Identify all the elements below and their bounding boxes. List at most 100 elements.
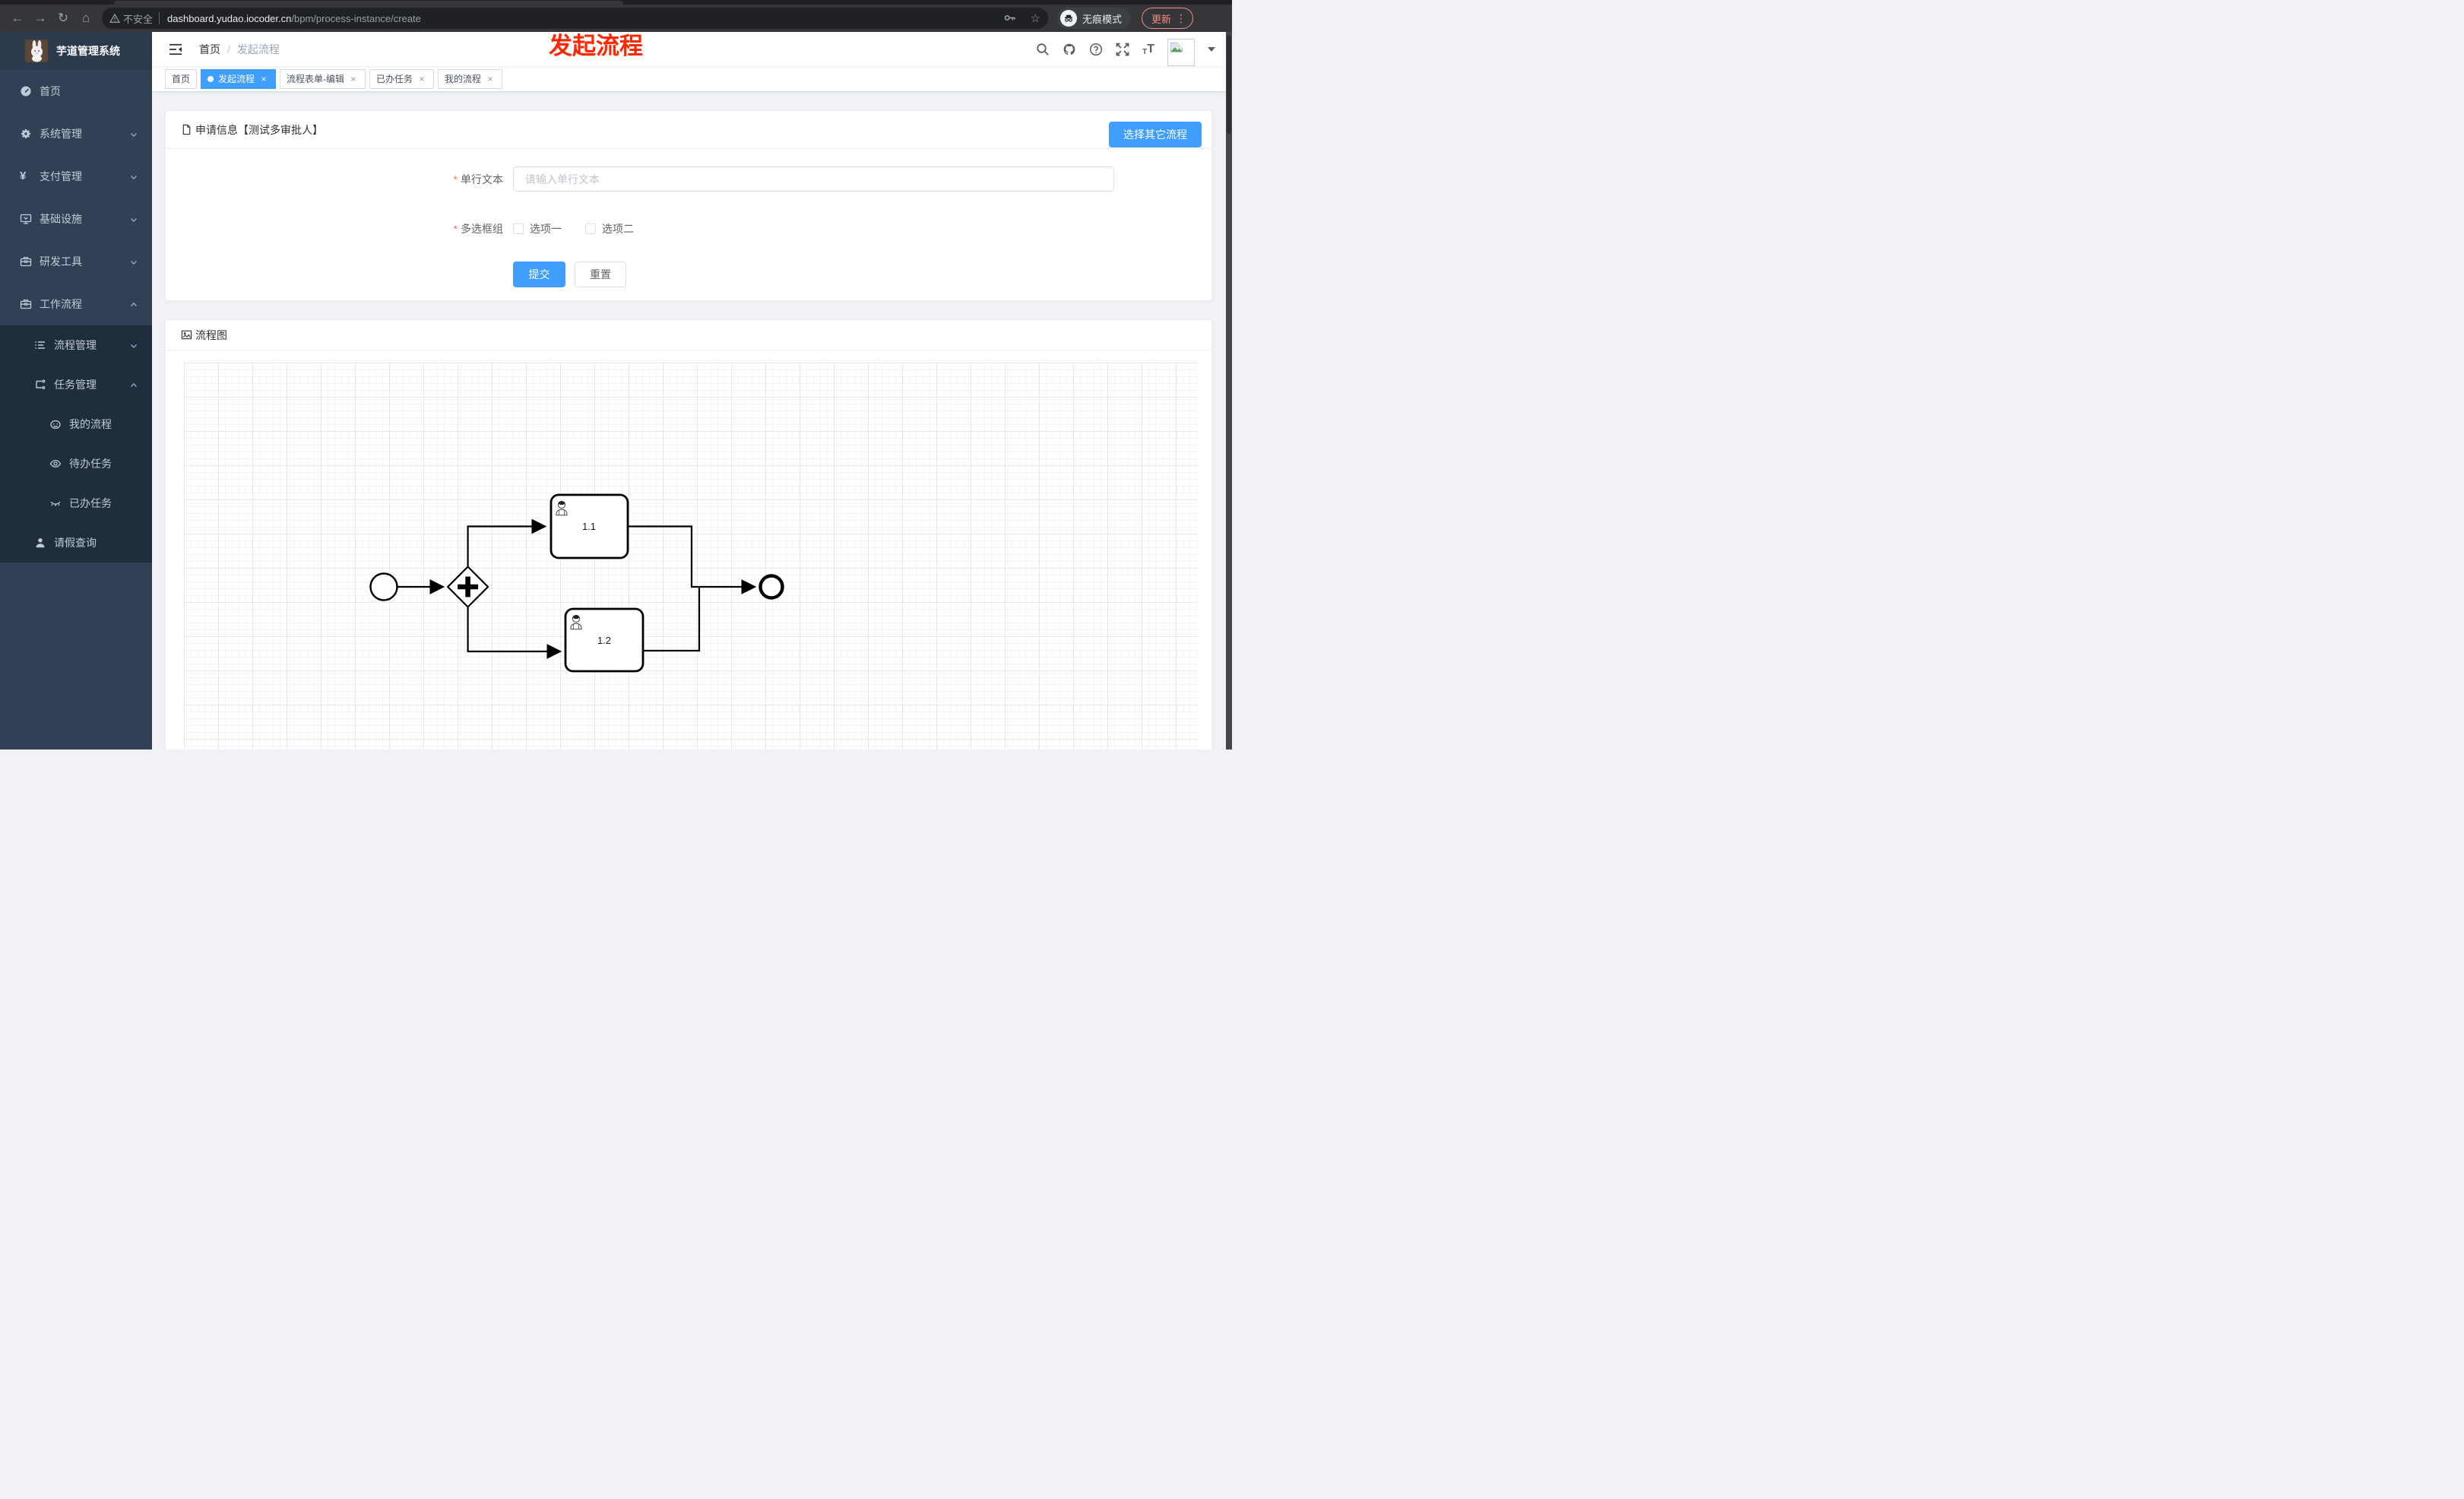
tag-my-process[interactable]: 我的流程 × (438, 68, 503, 89)
sidebar: 芋道管理系统 首页 系统管理 ¥ 支付管理 基础设施 研发工具 工作流程 流程管… (0, 32, 152, 750)
sidebar-item-task-mgmt[interactable]: 任务管理 (0, 365, 152, 404)
browser-toolbar: ← → ↻ ⌂ 不安全 dashboard.yudao.iocoder.cn/b… (0, 5, 1232, 32)
browser-update-button[interactable]: 更新 ⋮ (1142, 8, 1194, 29)
page-scrollbar[interactable] (1226, 32, 1232, 750)
tag-label: 我的流程 (445, 74, 482, 84)
breadcrumb-current: 发起流程 (236, 43, 280, 55)
tag-close-icon[interactable]: × (485, 74, 496, 84)
sidebar-item-leave-query[interactable]: 请假查询 (0, 523, 152, 563)
sidebar-item-my-process[interactable]: 我的流程 (0, 404, 152, 444)
select-other-process-button[interactable]: 选择其它流程 (1109, 122, 1202, 147)
tag-create-process[interactable]: 发起流程 × (201, 68, 277, 89)
browser-reload-button[interactable]: ↻ (52, 11, 74, 26)
chevron-down-icon (129, 257, 138, 266)
apply-info-title: 申请信息【测试多审批人】 (195, 123, 323, 136)
tag-done-tasks[interactable]: 已办任务 × (369, 68, 435, 89)
sidebar-collapse-icon[interactable] (169, 43, 182, 55)
sidebar-item-dev-tools[interactable]: 研发工具 (0, 240, 152, 283)
sidebar-item-label: 研发工具 (40, 255, 82, 268)
required-mark: * (453, 223, 458, 235)
tag-close-icon[interactable]: × (258, 74, 269, 84)
page-scrollbar-thumb[interactable] (1227, 35, 1231, 134)
sidebar-item-system[interactable]: 系统管理 (0, 113, 152, 155)
browser-chrome: ← → ↻ ⌂ 不安全 dashboard.yudao.iocoder.cn/b… (0, 0, 1232, 32)
checkbox-label: 选项二 (602, 223, 634, 235)
person-icon (34, 537, 46, 549)
required-mark: * (453, 173, 458, 185)
help-icon[interactable] (1089, 43, 1103, 56)
sidebar-item-process-mgmt[interactable]: 流程管理 (0, 325, 152, 365)
bpmn-end-event[interactable] (759, 574, 784, 600)
font-size-icon[interactable]: TT (1142, 43, 1154, 56)
avatar-caret-icon[interactable] (1208, 46, 1215, 52)
chevron-down-icon (129, 214, 138, 223)
search-icon[interactable] (1036, 43, 1050, 56)
checkbox-icon[interactable] (585, 223, 596, 234)
tag-label: 首页 (172, 74, 191, 84)
image-icon (181, 329, 192, 341)
flow-task2-to-end (643, 587, 701, 652)
checkbox-icon[interactable] (513, 223, 524, 234)
chevron-up-icon (129, 380, 138, 389)
avatar[interactable] (1167, 38, 1195, 66)
toolbox-icon (20, 255, 32, 268)
browser-forward-button[interactable]: → (29, 11, 52, 26)
sidebar-item-todo-tasks[interactable]: 待办任务 (0, 444, 152, 483)
form-row-single-text: * 单行文本 (166, 166, 1211, 192)
page-content: 申请信息【测试多审批人】 选择其它流程 *单行文本 *多选框组 选项一 (152, 92, 1226, 750)
tag-close-icon[interactable]: × (348, 74, 359, 84)
bpmn-parallel-gateway[interactable] (446, 565, 489, 609)
sidebar-item-label: 我的流程 (69, 418, 112, 430)
single-text-label: * 单行文本 (453, 173, 503, 185)
single-text-input[interactable] (513, 166, 1114, 192)
browser-home-button[interactable]: ⌂ (74, 11, 97, 26)
security-chip-label[interactable]: 不安全 (123, 11, 153, 26)
reset-button[interactable]: 重置 (575, 261, 626, 287)
sidebar-item-label: 待办任务 (69, 458, 112, 470)
github-icon[interactable] (1063, 43, 1076, 56)
browser-back-button[interactable]: ← (6, 11, 29, 26)
sidebar-item-label: 系统管理 (40, 128, 82, 140)
checkbox-option-2[interactable]: 选项二 (585, 221, 634, 236)
bpmn-user-task-2[interactable]: 1.2 (564, 607, 645, 673)
sidebar-item-done-tasks[interactable]: 已办任务 (0, 483, 152, 523)
sidebar-item-label: 支付管理 (40, 170, 82, 182)
incognito-label: 无痕模式 (1082, 13, 1123, 25)
monitor-icon (20, 213, 32, 225)
tag-label: 流程表单-编辑 (287, 74, 345, 84)
sidebar-item-home[interactable]: 首页 (0, 70, 152, 113)
briefcase-icon (20, 298, 32, 310)
fullscreen-icon[interactable] (1116, 43, 1129, 56)
app-root: 芋道管理系统 首页 系统管理 ¥ 支付管理 基础设施 研发工具 工作流程 流程管… (0, 32, 1226, 750)
sidebar-item-label: 工作流程 (40, 298, 82, 310)
submit-button[interactable]: 提交 (513, 261, 565, 287)
flow-gateway-to-task2 (467, 607, 562, 659)
update-label: 更新 (1151, 13, 1172, 25)
apply-info-card: 申请信息【测试多审批人】 选择其它流程 *单行文本 *多选框组 选项一 (165, 110, 1212, 301)
sidebar-logo-row[interactable]: 芋道管理系统 (0, 32, 152, 70)
breadcrumb: 首页 / 发起流程 (199, 42, 280, 57)
address-bar[interactable]: 不安全 dashboard.yudao.iocoder.cn/bpm/proce… (102, 8, 1048, 29)
bookmark-star-icon[interactable]: ☆ (1031, 11, 1040, 25)
sidebar-item-workflow[interactable]: 工作流程 (0, 283, 152, 325)
form-row-checkbox-group: * 多选框组 选项一 选项二 (166, 221, 1211, 236)
breadcrumb-home[interactable]: 首页 (199, 42, 220, 57)
bpmn-user-task-1[interactable]: 1.1 (549, 493, 629, 559)
tag-close-icon[interactable]: × (416, 74, 427, 84)
sidebar-item-payment[interactable]: ¥ 支付管理 (0, 155, 152, 198)
tag-label: 发起流程 (218, 74, 255, 84)
app-header: 首页 / 发起流程 T T (152, 32, 1226, 66)
process-form: *单行文本 *多选框组 选项一 选项二 (166, 149, 1211, 287)
tag-home[interactable]: 首页 (165, 68, 198, 89)
incognito-icon (1060, 10, 1077, 27)
urlbar-divider (159, 12, 160, 24)
browser-menu-dots-icon[interactable]: ⋮ (1176, 12, 1186, 25)
sidebar-item-label: 首页 (40, 85, 61, 97)
bpmn-start-event[interactable] (369, 572, 398, 601)
tag-form-edit[interactable]: 流程表单-编辑 × (280, 68, 366, 89)
bpmn-canvas[interactable]: 1.1 1.2 (184, 363, 1199, 750)
task2-label: 1.2 (597, 635, 611, 646)
password-key-icon[interactable] (1003, 11, 1017, 25)
sidebar-item-infrastructure[interactable]: 基础设施 (0, 198, 152, 240)
checkbox-option-1[interactable]: 选项一 (513, 221, 562, 236)
